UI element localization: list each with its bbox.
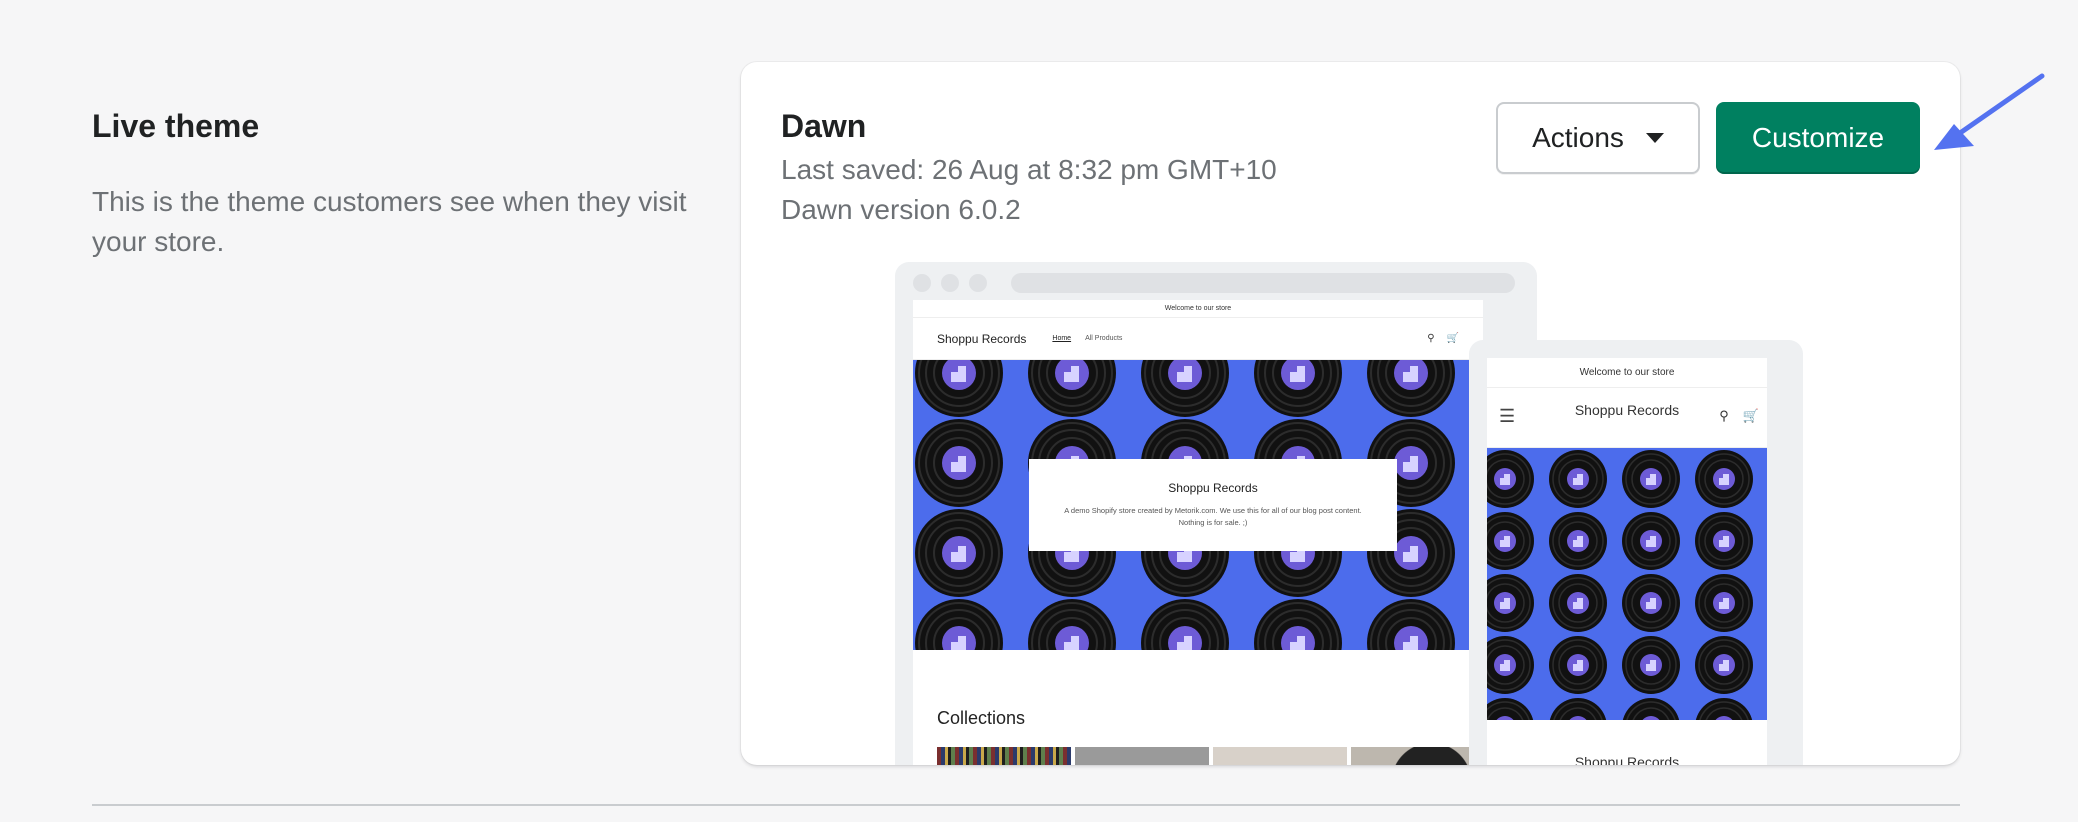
live-theme-card: Dawn Last saved: 26 Aug at 8:32 pm GMT+1… (741, 62, 1960, 765)
cart-icon: 🛒 (1742, 408, 1759, 423)
section-title: Live theme (92, 108, 260, 144)
mobile-screen: Welcome to our store ☰ Shoppu Records ⚲ … (1487, 358, 1767, 765)
browser-dot (913, 274, 931, 292)
mobile-announcement-bar: Welcome to our store (1487, 358, 1767, 388)
theme-version: Dawn version 6.0.2 (781, 194, 1021, 225)
search-icon: ⚲ (1427, 333, 1435, 344)
actions-button[interactable]: Actions (1496, 102, 1700, 174)
mobile-preview: Welcome to our store ☰ Shoppu Records ⚲ … (1469, 340, 1803, 765)
hero-text-box: Shoppu Records A demo Shopify store crea… (1029, 459, 1397, 551)
collection-thumbnail (1351, 747, 1483, 765)
mobile-hero-title: Shoppu Records (1574, 754, 1680, 765)
mobile-header: ☰ Shoppu Records ⚲ 🛒 (1487, 388, 1767, 448)
browser-dot (941, 274, 959, 292)
section-divider (92, 804, 1960, 806)
hero-title: Shoppu Records (1168, 481, 1258, 495)
theme-last-saved: Last saved: 26 Aug at 8:32 pm GMT+10 (781, 154, 1277, 185)
mobile-store-logo: Shoppu Records (1574, 402, 1680, 418)
cart-icon: 🛒 (1446, 333, 1459, 344)
vinyl-pattern (1487, 448, 1767, 720)
collections-title: Collections (937, 708, 1026, 728)
store-header: Shoppu Records Home All Products ⚲ 🛒 (913, 318, 1483, 360)
caret-down-icon (1645, 133, 1664, 143)
browser-url-bar (1011, 273, 1515, 293)
collection-thumbnail (1213, 747, 1347, 765)
collection-thumbnails (937, 747, 1483, 765)
announcement-bar: Welcome to our store (913, 300, 1483, 318)
collection-thumbnail (1075, 747, 1209, 765)
nav-home: Home (1052, 335, 1072, 342)
store-logo: Shoppu Records (937, 331, 1027, 346)
customize-button[interactable]: Customize (1716, 102, 1920, 174)
collection-thumbnail (937, 747, 1071, 765)
theme-name: Dawn (781, 108, 867, 144)
browser-dots (913, 274, 987, 292)
hero-banner: Shoppu Records A demo Shopify store crea… (913, 360, 1483, 650)
hamburger-menu-icon: ☰ (1499, 406, 1516, 426)
nav-all-products: All Products (1085, 335, 1123, 342)
mobile-hero-banner (1487, 448, 1767, 720)
annotation-arrow-icon (1934, 73, 2045, 150)
section-description: This is the theme customers see when the… (92, 186, 687, 257)
actions-button-label: Actions (1532, 122, 1624, 153)
desktop-preview: Welcome to our store Shoppu Records Home… (895, 262, 1537, 765)
desktop-screen: Welcome to our store Shoppu Records Home… (913, 300, 1483, 765)
search-icon: ⚲ (1719, 408, 1729, 423)
browser-dot (969, 274, 987, 292)
hero-description: A demo Shopify store created by Metorik.… (1064, 506, 1362, 527)
